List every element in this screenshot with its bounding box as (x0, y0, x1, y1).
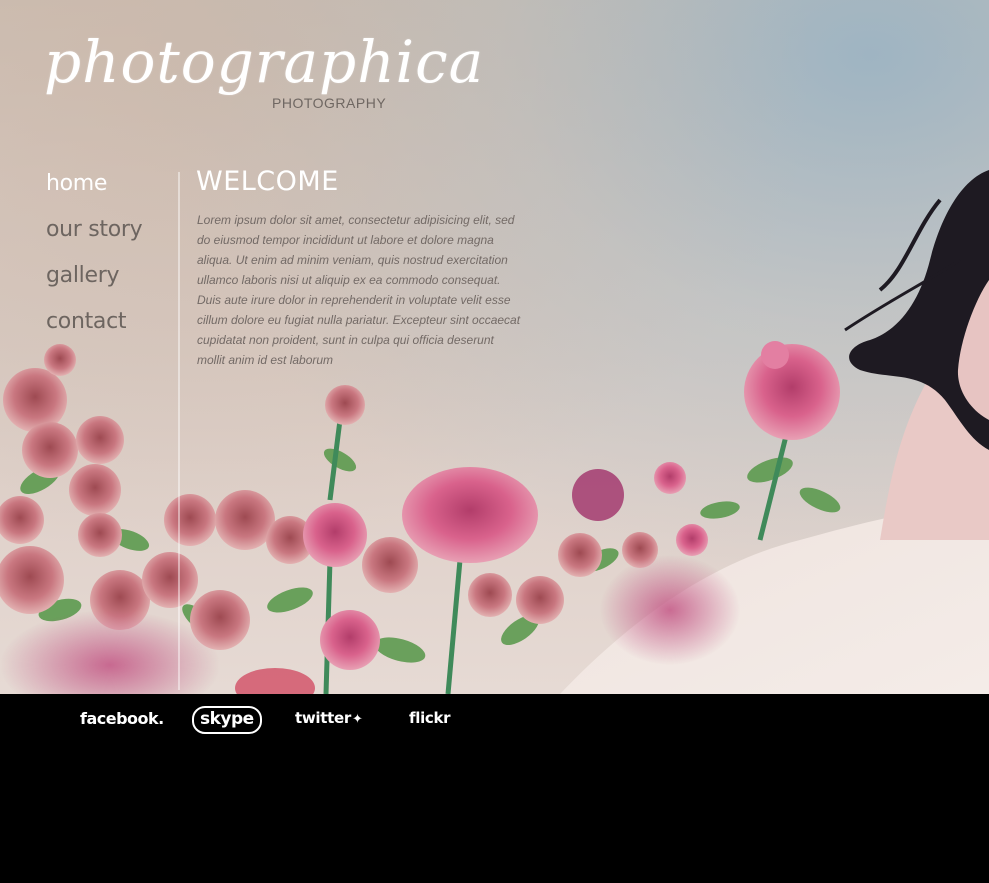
nav-item-gallery[interactable]: gallery (46, 260, 142, 306)
bird-icon: ✦ (351, 712, 363, 727)
page-body-text: Lorem ipsum dolor sit amet, consectetur … (197, 213, 521, 367)
flickr-label: flickr (409, 709, 451, 727)
skype-label: skype (200, 709, 254, 729)
page-heading: WELCOME (196, 166, 339, 197)
facebook-label: facebook. (80, 709, 164, 728)
skype-link[interactable]: skype (192, 706, 262, 734)
nav-item-contact[interactable]: contact (46, 306, 142, 352)
footer: facebook. skype twitter✦ flickr (0, 694, 989, 883)
facebook-link[interactable]: facebook. (80, 709, 164, 728)
site-tagline: PHOTOGRAPHY (272, 95, 387, 111)
nav-item-home[interactable]: home (46, 168, 142, 214)
nav-divider (178, 172, 180, 690)
main-nav: home our story gallery contact (46, 168, 143, 352)
site-logo[interactable]: photographica (44, 28, 484, 96)
flickr-link[interactable]: flickr (409, 709, 451, 727)
twitter-link[interactable]: twitter✦ (295, 709, 363, 727)
twitter-label: twitter (295, 709, 351, 727)
nav-item-our-story[interactable]: our story (46, 214, 143, 260)
hero-background: photographica PHOTOGRAPHY home our story… (0, 0, 989, 694)
